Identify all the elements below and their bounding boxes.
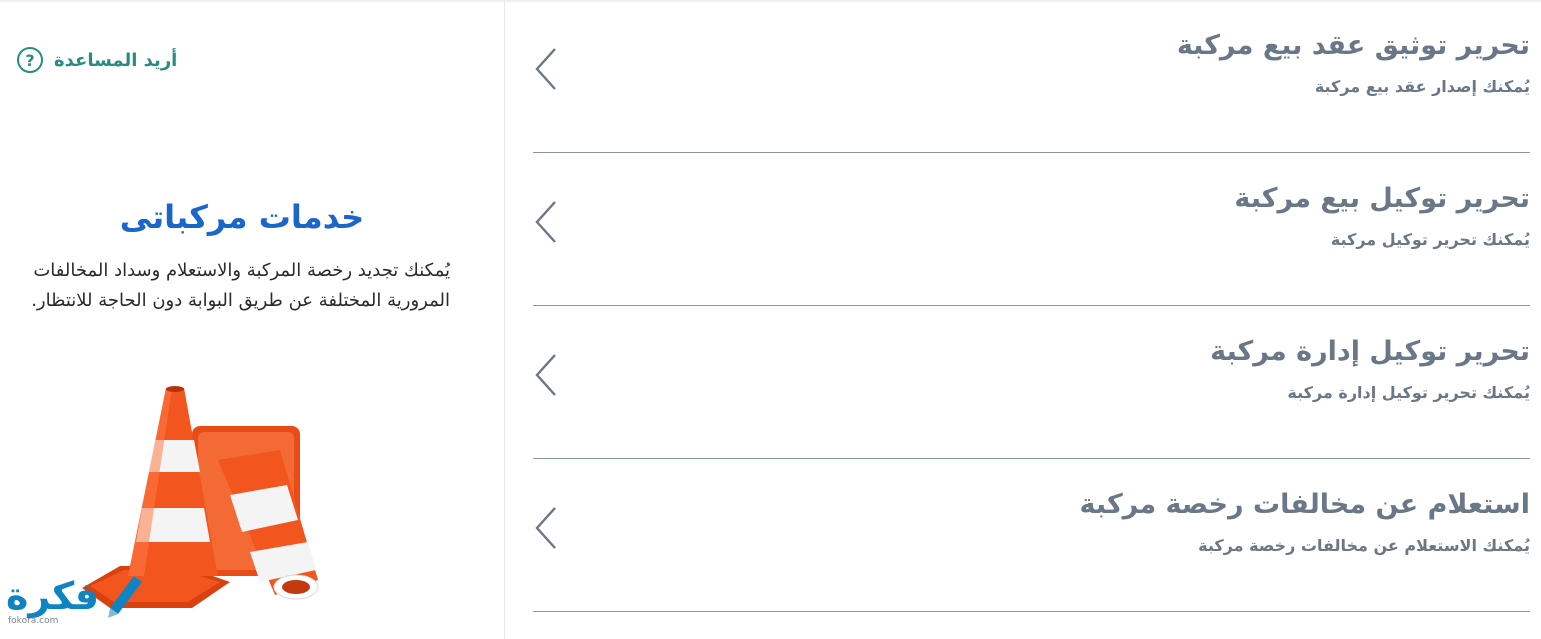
service-title: تحرير توكيل إدارة مركبة	[1210, 336, 1530, 367]
service-title: استعلام عن مخالفات رخصة مركبة	[1079, 489, 1530, 520]
service-subtitle: يُمكنك إصدار عقد بيع مركبة	[1314, 77, 1530, 96]
help-label: أريد المساعدة	[54, 49, 178, 71]
help-link[interactable]: ? أريد المساعدة	[16, 46, 177, 74]
panel-title: خدمات مركباتى	[119, 198, 365, 236]
question-circle-icon: ?	[16, 46, 44, 74]
service-subtitle: يُمكنك الاستعلام عن مخالفات رخصة مركبة	[1198, 536, 1530, 555]
service-item-management-power-of-attorney[interactable]: تحرير توكيل إدارة مركبة يُمكنك تحرير توك…	[533, 306, 1530, 459]
service-subtitle: يُمكنك تحرير توكيل مركبة	[1330, 230, 1530, 249]
service-item-license-violations-inquiry[interactable]: استعلام عن مخالفات رخصة مركبة يُمكنك الا…	[533, 459, 1530, 612]
service-title: تحرير توكيل بيع مركبة	[1234, 183, 1530, 214]
service-title: تحرير توثيق عقد بيع مركبة	[1176, 30, 1530, 61]
service-item-sale-power-of-attorney[interactable]: تحرير توكيل بيع مركبة يُمكنك تحرير توكيل…	[533, 153, 1530, 306]
chevron-left-icon	[535, 48, 556, 90]
brand-watermark: فكرة fokora.com	[6, 572, 146, 632]
chevron-left-icon	[535, 507, 556, 549]
brand-logo-text: فكرة	[6, 574, 100, 618]
services-info-panel: ? أريد المساعدة خدمات مركباتى يُمكنك تجد…	[0, 0, 504, 639]
chevron-left-icon	[535, 201, 556, 243]
services-list: تحرير توثيق عقد بيع مركبة يُمكنك إصدار ع…	[533, 0, 1530, 639]
chevron-left-icon	[535, 354, 556, 396]
svg-text:?: ?	[25, 51, 34, 70]
panel-description: يُمكنك تجديد رخصة المركبة والاستعلام وسد…	[31, 260, 450, 311]
panel-divider	[504, 0, 505, 639]
pencil-icon	[108, 576, 142, 618]
brand-domain: fokora.com	[8, 616, 59, 626]
service-subtitle: يُمكنك تحرير توكيل إدارة مركبة	[1287, 383, 1530, 402]
service-item-sale-contract[interactable]: تحرير توثيق عقد بيع مركبة يُمكنك إصدار ع…	[533, 0, 1530, 153]
